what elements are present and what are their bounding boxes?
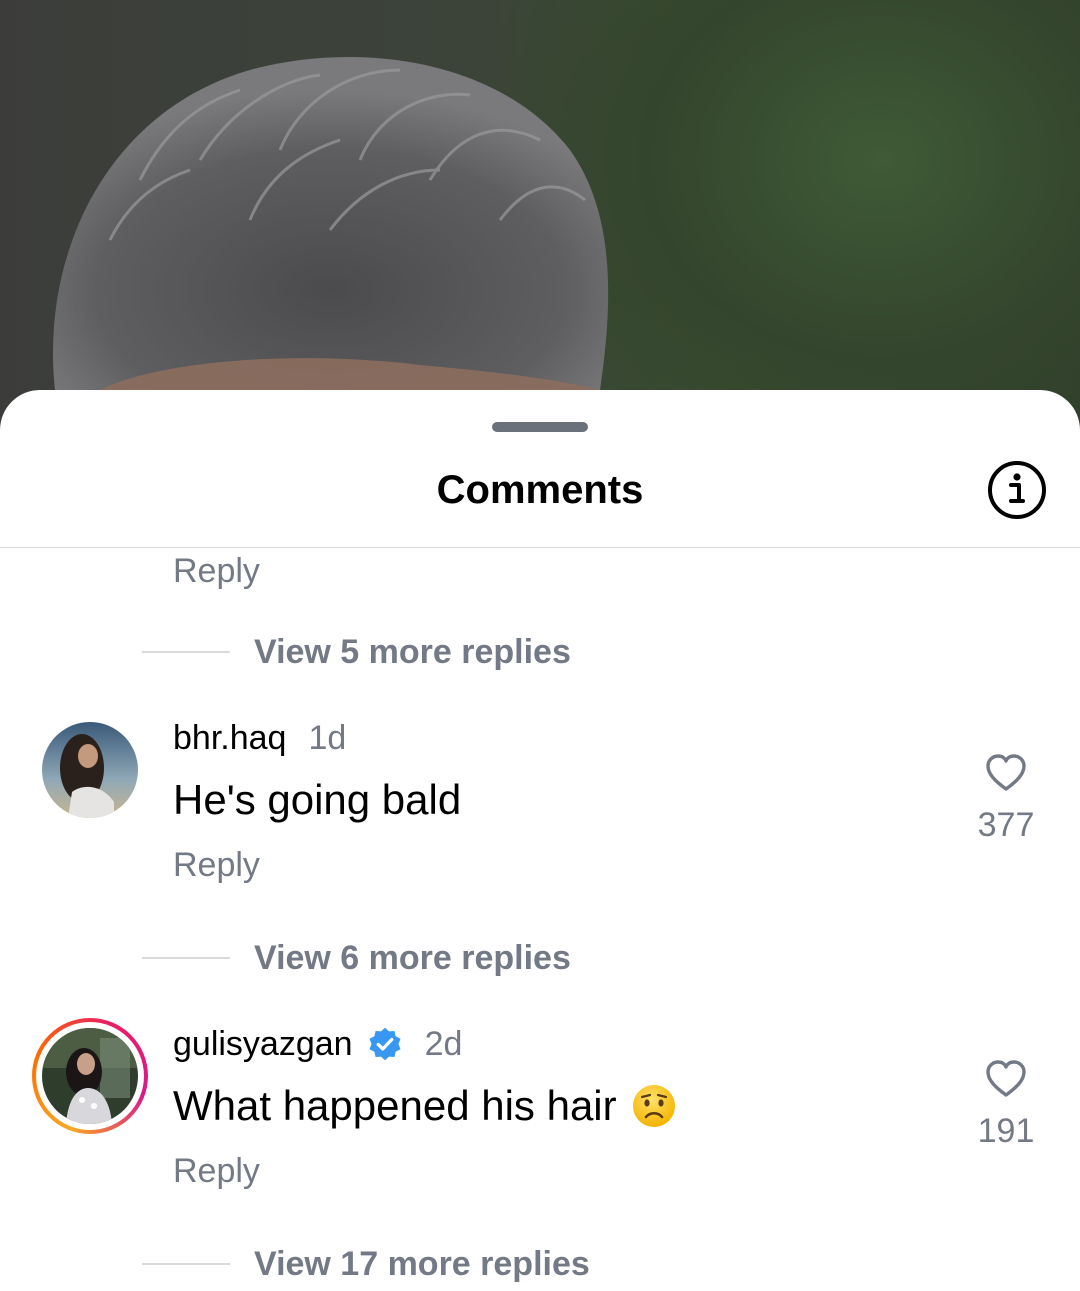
reply-button[interactable]: Reply xyxy=(173,552,260,591)
view-more-replies[interactable]: View 6 more replies xyxy=(142,936,571,980)
avatar xyxy=(42,1028,138,1124)
like-control[interactable]: 377 xyxy=(976,754,1036,845)
verified-badge-icon xyxy=(369,1027,401,1061)
reply-button[interactable]: Reply xyxy=(173,1152,260,1191)
heart-icon[interactable] xyxy=(985,1060,1027,1098)
thread-line xyxy=(142,957,230,959)
avatar[interactable] xyxy=(42,722,138,818)
comment-text: He's going bald xyxy=(173,776,461,824)
username[interactable]: bhr.haq xyxy=(173,719,286,758)
comment-text-content: What happened his hair xyxy=(173,1082,617,1129)
reply-button[interactable]: Reply xyxy=(173,846,260,885)
like-count: 377 xyxy=(977,806,1035,844)
view-more-replies[interactable]: View 17 more replies xyxy=(142,1242,590,1286)
view-more-replies-label: View 6 more replies xyxy=(254,938,571,977)
comment-text-content: He's going bald xyxy=(173,776,462,823)
like-control[interactable]: 191 xyxy=(976,1060,1036,1151)
sheet-drag-handle[interactable] xyxy=(492,422,588,432)
comment-time: 2d xyxy=(424,1024,463,1063)
avatar-story-ring[interactable] xyxy=(32,1018,148,1134)
comment-time: 1d xyxy=(308,718,347,757)
thread-line xyxy=(142,651,230,653)
view-more-replies-label: View 17 more replies xyxy=(254,1244,590,1283)
info-icon xyxy=(988,461,1046,519)
view-more-replies-label: View 5 more replies xyxy=(254,632,571,671)
comments-list[interactable]: Reply View 5 more replies bhr.haq 1d He'… xyxy=(0,548,1080,1291)
hair-image xyxy=(53,56,609,391)
comment-header: gulisyazgan 2d xyxy=(173,1022,462,1066)
thread-line xyxy=(142,1263,230,1265)
username[interactable]: gulisyazgan xyxy=(173,1025,353,1064)
comment-header: bhr.haq 1d xyxy=(173,716,346,760)
comment-text: What happened his hair xyxy=(173,1082,677,1130)
view-more-replies[interactable]: View 5 more replies xyxy=(142,630,571,674)
video-background xyxy=(0,0,1080,420)
heart-icon[interactable] xyxy=(985,754,1027,792)
info-button[interactable] xyxy=(987,460,1047,520)
sheet-title: Comments xyxy=(436,468,644,512)
worried-face-emoji-icon xyxy=(632,1085,675,1127)
like-count: 191 xyxy=(977,1112,1035,1150)
comments-sheet: Comments Reply View 5 more replies bhr.h… xyxy=(0,390,1080,1291)
